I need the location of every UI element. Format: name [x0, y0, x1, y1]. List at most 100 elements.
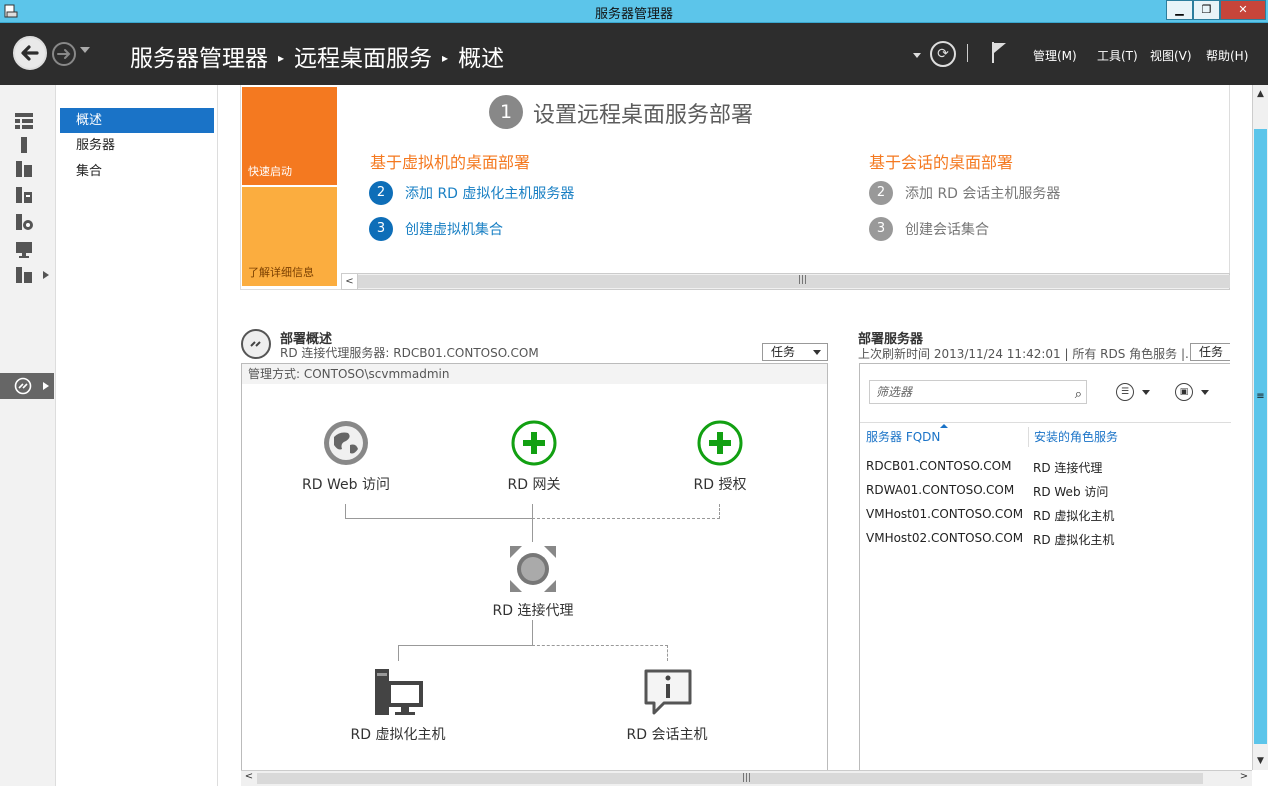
breadcrumb-separator-icon: ▸: [278, 51, 285, 65]
scroll-left-icon[interactable]: <: [241, 771, 257, 786]
grip-icon: |||: [742, 773, 752, 783]
globe-icon[interactable]: [322, 419, 370, 467]
menu-view[interactable]: 视图(V): [1150, 47, 1192, 64]
menu-manage[interactable]: 管理(M): [1033, 47, 1077, 64]
scroll-up-icon[interactable]: ▲: [1253, 85, 1268, 103]
server-fqdn-cell[interactable]: VMHost01.CONTOSO.COM: [866, 507, 1023, 521]
rds-icon: [14, 377, 32, 395]
session-step-3-badge: 3: [869, 217, 893, 241]
grip-icon: |||: [798, 275, 808, 285]
menu-tools[interactable]: 工具(T): [1097, 47, 1138, 64]
nav-item-collections[interactable]: 集合: [60, 159, 214, 184]
column-header-fqdn[interactable]: 服务器 FQDN: [866, 427, 940, 447]
connector-line: [345, 518, 533, 519]
breadcrumb-separator-icon: ▸: [442, 51, 449, 65]
rds-navigation-list: 概述 服务器 集合: [56, 85, 218, 786]
deployment-overview-icon: [241, 329, 271, 359]
add-licensing-icon[interactable]: [696, 419, 744, 467]
rds-nav-active[interactable]: [0, 373, 54, 399]
scroll-thumb[interactable]: ≡: [1254, 129, 1267, 744]
rds-connection-icon: [250, 341, 261, 347]
all-servers-icon[interactable]: [14, 160, 34, 178]
quick-start-label: 快速启动: [248, 165, 292, 178]
chevron-down-icon[interactable]: [1201, 390, 1209, 395]
rd-web-access-label: RD Web 访问: [302, 477, 390, 493]
tasks-label: 任务: [771, 345, 796, 359]
search-icon[interactable]: ⌕: [1075, 384, 1082, 406]
quick-start-tile[interactable]: 快速启动: [242, 87, 337, 185]
main-content: 快速启动 了解详细信息 1 设置远程桌面服务部署 基于虚拟机的桌面部署 2 添加…: [219, 85, 1252, 786]
deployment-servers-panel: 筛选器 ⌕ ☰ ▣ 服务器 FQDN 安装的角色服务 RDCB01.CONTOS…: [859, 363, 1231, 786]
virtualization-host-icon[interactable]: [373, 667, 425, 719]
server-role-cell: RD Web 访问: [1033, 485, 1109, 499]
forward-button[interactable]: [52, 42, 76, 66]
add-rd-session-host-link[interactable]: 添加 RD 会话主机服务器: [905, 183, 1060, 203]
learn-more-tile[interactable]: 了解详细信息: [242, 187, 337, 286]
create-session-collection-link[interactable]: 创建会话集合: [905, 219, 989, 239]
connector-line: [398, 645, 533, 646]
horizontal-scrollbar[interactable]: < ||| >: [241, 770, 1252, 786]
scroll-thumb[interactable]: |||: [257, 773, 1203, 784]
nav-item-overview[interactable]: 概述: [60, 108, 214, 133]
scroll-right-icon[interactable]: >: [1236, 771, 1252, 786]
server-role-cell: RD 连接代理: [1033, 461, 1103, 475]
rd-connection-broker-label: RD 连接代理: [492, 603, 574, 619]
rd-licensing-label: RD 授权: [693, 477, 747, 493]
expand-arrow-icon[interactable]: [43, 382, 49, 390]
learn-more-label: 了解详细信息: [248, 266, 314, 279]
restore-button[interactable]: ❐: [1193, 0, 1220, 20]
nav-item-servers[interactable]: 服务器: [60, 133, 214, 158]
dashboard-icon[interactable]: [14, 112, 34, 130]
expand-arrow-icon[interactable]: [43, 271, 49, 279]
notification-flag-icon[interactable]: [990, 40, 1010, 64]
vm-step-2-badge: 2: [369, 181, 393, 205]
session-step-2-badge: 2: [869, 181, 893, 205]
quick-start-scrollbar[interactable]: < |||: [341, 273, 1230, 290]
arrow-left-icon: [21, 45, 39, 61]
session-deployment-title: 基于会话的桌面部署: [869, 153, 1014, 172]
add-gateway-icon[interactable]: [510, 419, 558, 467]
save-query-icon[interactable]: ▣: [1175, 383, 1193, 401]
refresh-icon[interactable]: ⟳: [930, 41, 956, 67]
connector-line: [345, 504, 346, 519]
navigation-icon-strip: [0, 85, 56, 786]
back-button[interactable]: [13, 36, 47, 70]
close-button[interactable]: ✕: [1220, 0, 1266, 20]
servers-tasks-button[interactable]: 任务: [1190, 343, 1230, 361]
history-dropdown-icon[interactable]: [80, 47, 90, 53]
minimize-button[interactable]: ▁: [1166, 0, 1193, 20]
breadcrumb-server-manager[interactable]: 服务器管理器: [130, 46, 268, 72]
file-services-icon[interactable]: [14, 186, 34, 204]
window-title: 服务器管理器: [594, 7, 673, 22]
server-fqdn-cell[interactable]: RDCB01.CONTOSO.COM: [866, 459, 1011, 473]
server-fqdn-cell[interactable]: RDWA01.CONTOSO.COM: [866, 483, 1014, 497]
header-dropdown-icon[interactable]: [913, 53, 921, 58]
connection-broker-icon[interactable]: [508, 544, 558, 594]
connector-dashed-line: [532, 645, 668, 646]
vertical-scrollbar[interactable]: ▲ ≡ ▼: [1252, 85, 1268, 770]
scroll-left-icon[interactable]: <: [342, 274, 358, 289]
step-1-badge: 1: [489, 95, 523, 129]
column-header-roles[interactable]: 安装的角色服务: [1028, 427, 1118, 447]
iis-icon[interactable]: [14, 213, 34, 231]
chevron-down-icon[interactable]: [1142, 390, 1150, 395]
toolbar-divider: [860, 422, 1231, 423]
menu-help[interactable]: 帮助(H): [1206, 47, 1248, 64]
server-role-cell: RD 虚拟化主机: [1033, 509, 1115, 523]
scroll-down-icon[interactable]: ▼: [1253, 752, 1268, 770]
breadcrumb-rds[interactable]: 远程桌面服务: [294, 46, 432, 72]
deployment-overview-panel: 管理方式: CONTOSO\scvmmadmin RD Web 访问 RD 网关…: [241, 363, 828, 786]
local-server-icon[interactable]: [14, 136, 34, 154]
create-vm-collection-link[interactable]: 创建虚拟机集合: [405, 219, 503, 239]
overview-tasks-button[interactable]: 任务: [762, 343, 828, 361]
add-rd-virtualization-host-link[interactable]: 添加 RD 虚拟化主机服务器: [405, 183, 574, 203]
rd-session-host-label: RD 会话主机: [626, 727, 708, 743]
connector-line: [532, 620, 533, 645]
info-session-host-icon[interactable]: [642, 667, 694, 719]
list-options-icon[interactable]: ☰: [1116, 383, 1134, 401]
remote-desktop-icon[interactable]: [14, 240, 34, 258]
wsus-icon[interactable]: [14, 266, 34, 284]
server-fqdn-cell[interactable]: VMHost02.CONTOSO.COM: [866, 531, 1023, 545]
scroll-thumb[interactable]: |||: [358, 275, 1230, 288]
filter-input[interactable]: 筛选器 ⌕: [869, 380, 1087, 404]
